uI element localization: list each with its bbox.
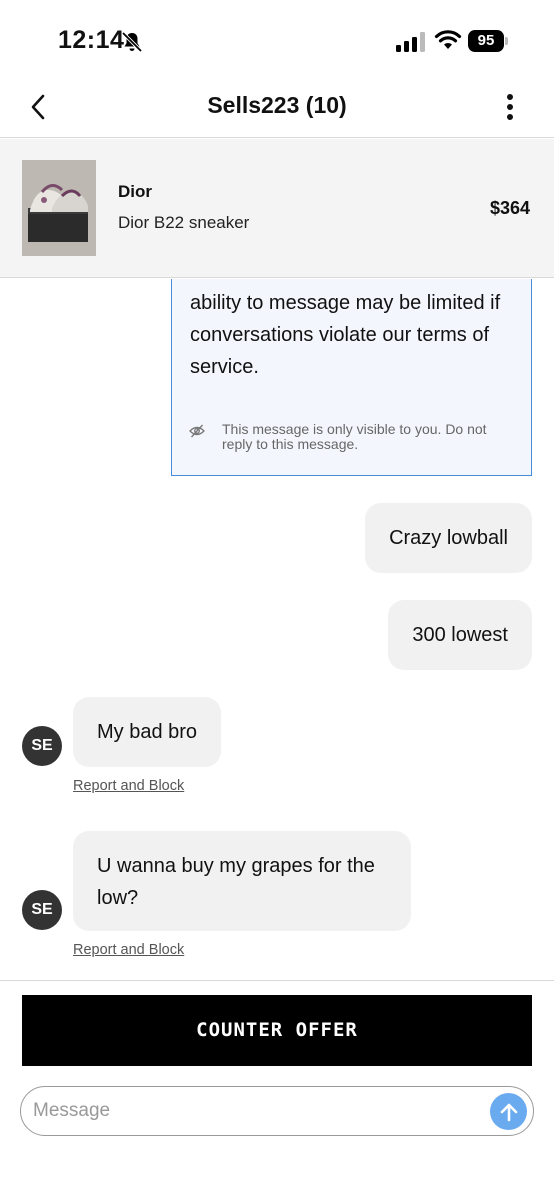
conversation-title: Sells223 (10) xyxy=(207,92,347,118)
bell-slash-icon xyxy=(121,31,143,53)
system-notice-note: This message is only visible to you. Do … xyxy=(222,421,487,452)
conversation-header: Sells223 (10) xyxy=(0,80,554,138)
send-button[interactable] xyxy=(490,1093,527,1130)
message-list[interactable]: ability to message may be limited if con… xyxy=(0,279,554,979)
product-image xyxy=(22,160,96,256)
message-field[interactable] xyxy=(20,1086,534,1136)
product-price: $364 xyxy=(489,198,530,218)
incoming-message: My bad bro xyxy=(73,697,222,767)
system-notice: ability to message may be limited if con… xyxy=(171,279,532,476)
incoming-message: U wanna buy my grapes for the low? xyxy=(73,831,411,931)
outgoing-message: Crazy lowball xyxy=(365,503,532,573)
system-notice-text: ability to message may be limited if con… xyxy=(190,292,501,378)
more-vertical-icon[interactable] xyxy=(500,92,520,122)
battery-level: 95 xyxy=(468,30,504,52)
avatar[interactable]: SE xyxy=(22,726,62,766)
status-bar: 12:14 95 xyxy=(0,0,554,80)
wifi-icon xyxy=(434,30,462,49)
message-input[interactable] xyxy=(33,1095,473,1127)
product-name: Dior B22 sneaker xyxy=(118,213,250,232)
compose-area: COUNTER OFFER xyxy=(0,980,554,1200)
outgoing-message: 300 lowest xyxy=(388,600,532,670)
product-summary[interactable]: Dior Dior B22 sneaker $364 xyxy=(0,139,554,278)
product-brand: Dior xyxy=(118,182,152,201)
eye-off-icon xyxy=(189,424,205,438)
battery-icon: 95 xyxy=(468,30,508,52)
report-block-link[interactable]: Report and Block xyxy=(73,942,184,958)
signal-icon xyxy=(396,32,425,52)
counter-offer-button[interactable]: COUNTER OFFER xyxy=(22,995,532,1066)
status-time: 12:14 xyxy=(58,26,125,54)
battery-tip xyxy=(505,37,508,45)
arrow-up-icon xyxy=(500,1103,517,1121)
report-block-link[interactable]: Report and Block xyxy=(73,778,184,794)
avatar[interactable]: SE xyxy=(22,890,62,930)
